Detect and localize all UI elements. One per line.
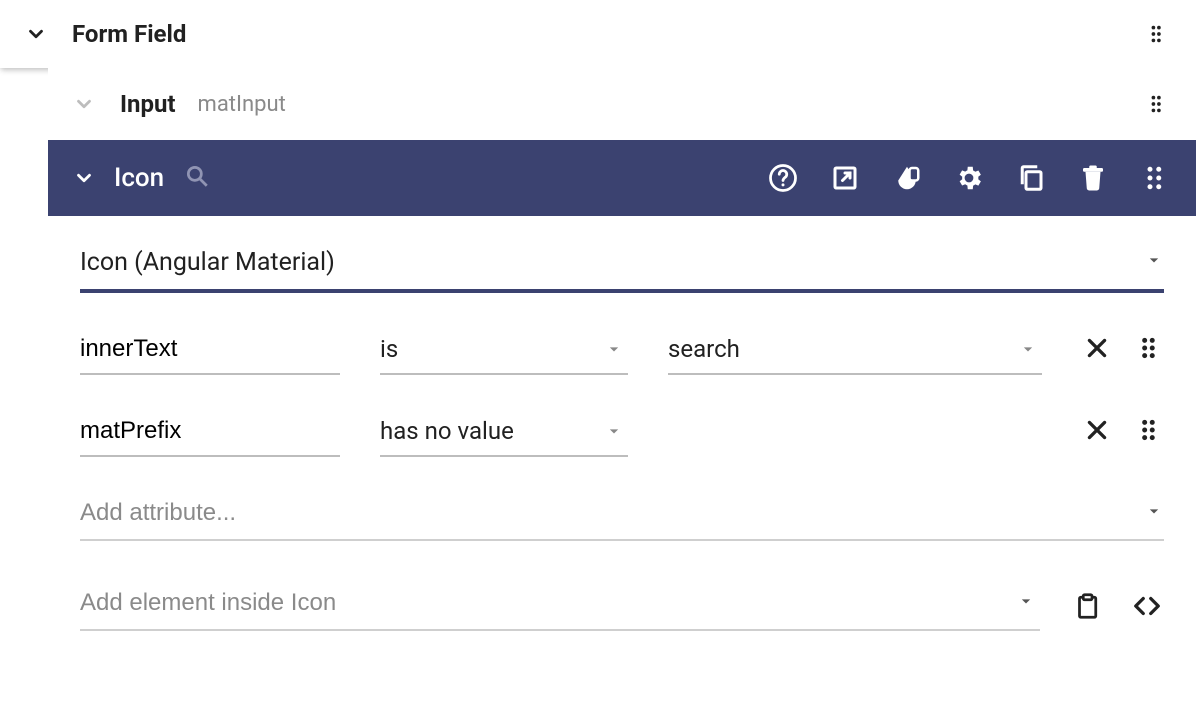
add-attribute-field[interactable] [80,493,1164,541]
clipboard-icon[interactable] [1070,589,1104,623]
form-field-title: Form Field [72,20,186,48]
input-header: Input matInput [48,68,1196,140]
chevron-down-icon[interactable] [72,166,96,190]
copy-icon[interactable] [1014,161,1048,195]
attribute-value-text: search [668,329,1042,375]
attribute-value-select[interactable]: search [668,329,1042,375]
icon-panel: Icon [48,140,1196,655]
attribute-op-select[interactable]: has no value [380,411,628,457]
add-element-row [80,583,1164,631]
dropdown-arrow-icon [1144,501,1164,525]
icon-body: Icon (Angular Material) is search [48,216,1196,655]
remove-attribute-button[interactable] [1082,415,1112,445]
drag-handle-icon[interactable] [1134,333,1164,363]
gear-icon[interactable] [952,161,986,195]
input-directive-label: matInput [198,92,286,117]
chevron-down-icon[interactable] [72,92,96,116]
palette-icon[interactable] [890,161,924,195]
input-title: Input [120,90,176,118]
attribute-name-input[interactable] [80,329,340,375]
chevron-down-icon[interactable] [24,22,48,46]
attribute-name-field[interactable] [80,411,340,457]
add-element-input[interactable] [80,583,1040,631]
open-external-icon[interactable] [828,161,862,195]
element-type-select[interactable]: Icon (Angular Material) [80,242,1164,293]
search-icon [184,163,210,193]
attribute-op-value: has no value [380,411,628,457]
dropdown-arrow-icon [1016,591,1036,615]
remove-attribute-button[interactable] [1082,333,1112,363]
drag-handle-icon[interactable] [1134,415,1164,445]
dropdown-arrow-icon [1144,250,1164,274]
code-icon[interactable] [1130,589,1164,623]
form-field-header: Form Field [0,0,1196,68]
form-field-panel: Form Field [0,0,1196,68]
help-icon[interactable] [766,161,800,195]
attribute-row: has no value [80,411,1164,457]
attribute-name-input[interactable] [80,411,340,457]
delete-icon[interactable] [1076,161,1110,195]
icon-toolbar [766,161,1172,195]
attribute-op-value: is [380,329,628,375]
icon-header: Icon [48,140,1196,216]
attribute-row: is search [80,329,1164,375]
icon-title: Icon [114,163,164,193]
element-type-value: Icon (Angular Material) [80,242,1164,293]
drag-handle-icon[interactable] [1144,20,1172,48]
add-element-field[interactable] [80,583,1040,631]
attribute-name-field[interactable] [80,329,340,375]
drag-handle-icon[interactable] [1144,90,1172,118]
drag-handle-icon[interactable] [1138,161,1172,195]
add-attribute-input[interactable] [80,493,1164,541]
attribute-op-select[interactable]: is [380,329,628,375]
